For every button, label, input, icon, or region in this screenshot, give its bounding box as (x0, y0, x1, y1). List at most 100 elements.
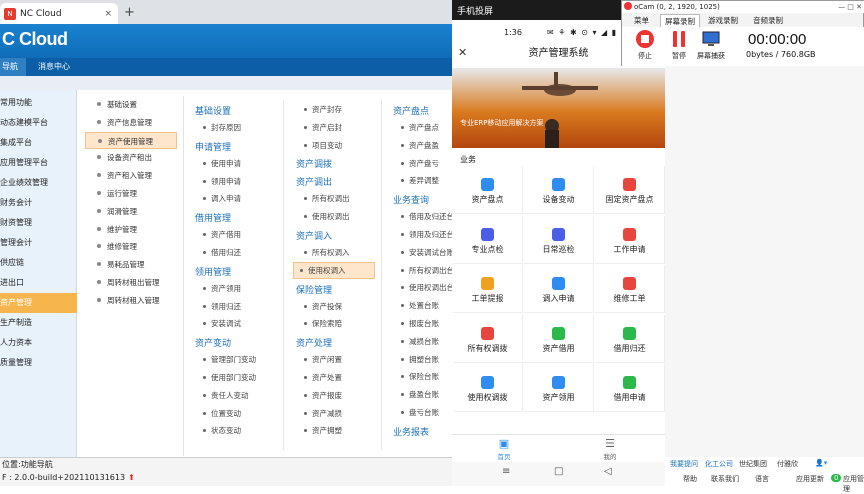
business-tile[interactable]: 专业点检 (453, 215, 523, 264)
tab-menu[interactable]: 菜单 (634, 14, 649, 27)
tab-game-record[interactable]: 游戏录制 (708, 14, 738, 27)
browser-tab[interactable]: N NC Cloud × (0, 3, 118, 24)
left-nav-item[interactable]: 应用管理平台 (0, 153, 77, 173)
function-link[interactable]: 资产盘盈 (401, 140, 439, 151)
left-nav-item[interactable]: 动态建模平台 (0, 113, 77, 133)
function-link[interactable]: 资产领用 (203, 283, 241, 294)
app-update-link[interactable]: 应用更新 (796, 474, 824, 484)
promo-banner[interactable]: 专业ERP移动应用解决方案 (452, 68, 665, 148)
business-tile[interactable]: 使用权调拨 (453, 364, 523, 412)
business-tile[interactable]: 日常巡检 (524, 215, 594, 264)
function-link[interactable]: 调入申请 (203, 193, 241, 204)
business-tile[interactable]: 借用申请 (595, 364, 665, 412)
function-link[interactable]: 资产封存 (304, 104, 342, 115)
function-link[interactable]: 盘亏台账 (401, 407, 439, 418)
category-item[interactable]: 维护管理 (85, 221, 177, 238)
screen-capture-button[interactable]: 屏幕捕获 (696, 29, 726, 61)
function-link[interactable]: 资产盘点 (401, 122, 439, 133)
business-tile[interactable]: 资产借用 (524, 314, 594, 363)
business-tile[interactable]: 资产领用 (524, 364, 594, 412)
upload-icon[interactable]: ⬆ (128, 473, 135, 482)
function-link[interactable]: 资产启封 (304, 122, 342, 133)
left-nav-item[interactable]: 进出口 (0, 273, 77, 293)
language-link[interactable]: 语言 (755, 474, 769, 484)
business-tile[interactable]: 所有权调拨 (453, 314, 523, 363)
function-link[interactable]: 位置变动 (203, 408, 241, 419)
function-link[interactable]: 保险台账 (401, 371, 439, 382)
menu-messages[interactable]: 消息中心 (38, 58, 70, 76)
help-link[interactable]: 帮助 (683, 474, 697, 484)
function-link[interactable]: 资产拥塑 (304, 425, 342, 436)
pause-button[interactable]: 暂停 (664, 29, 694, 61)
function-link[interactable]: 封存原因 (203, 122, 241, 133)
function-link[interactable]: 盘盈台账 (401, 389, 439, 400)
home-nav-icon[interactable]: □ (554, 466, 563, 477)
function-link[interactable]: 领用归还 (203, 301, 241, 312)
left-nav-item[interactable]: 企业绩效管理 (0, 173, 77, 193)
function-link[interactable]: 保险索赔 (304, 318, 342, 329)
business-tile[interactable]: 借用归还 (595, 314, 665, 363)
category-item[interactable]: 基础设置 (85, 96, 177, 113)
category-item[interactable]: 运行管理 (85, 185, 177, 202)
left-nav-item[interactable]: 人力资本 (0, 333, 77, 353)
function-link[interactable]: 所有权调出 (304, 193, 350, 204)
category-item[interactable]: 周转材租入管理 (85, 292, 177, 309)
function-link[interactable]: 报废台账 (401, 318, 439, 329)
business-tile[interactable]: 工单提报 (453, 265, 523, 313)
business-tile[interactable]: 调入申请 (524, 265, 594, 313)
left-nav-item[interactable]: 财务会计 (0, 193, 77, 213)
function-link[interactable]: 使用权调出 (304, 211, 350, 222)
category-item[interactable]: 资产使用管理 (85, 131, 177, 149)
menu-nav[interactable]: 导航 (0, 58, 26, 76)
close-tab-icon[interactable]: × (104, 9, 112, 19)
function-link[interactable]: 状态变动 (203, 425, 241, 436)
function-link[interactable]: 资产处置 (304, 372, 342, 383)
business-tile[interactable]: 资产盘点 (453, 166, 523, 214)
left-nav-item[interactable]: 管理会计 (0, 233, 77, 253)
function-link[interactable]: 资产闲置 (304, 354, 342, 365)
contact-link[interactable]: 联系我们 (711, 474, 739, 484)
tab-audio-record[interactable]: 音频录制 (753, 14, 783, 27)
function-link[interactable]: 使用申请 (203, 158, 241, 169)
function-link[interactable]: 拥塑台账 (401, 354, 439, 365)
tab-home[interactable]: ▣ 首页 (484, 437, 524, 461)
function-link[interactable]: 使用权调出台账 (401, 282, 452, 293)
category-item[interactable]: 设备资产租出 (85, 149, 177, 166)
function-link[interactable]: 使用权调入 (293, 261, 375, 279)
function-link[interactable]: 资产报废 (304, 390, 342, 401)
function-link[interactable]: 领用申请 (203, 176, 241, 187)
function-link[interactable]: 项目变动 (304, 140, 342, 151)
left-nav-item[interactable]: 资产管理 (0, 293, 77, 313)
new-tab-icon[interactable]: + (124, 5, 135, 20)
left-nav-item[interactable]: 集成平台 (0, 133, 77, 153)
function-link[interactable]: 安装调试台账 (401, 247, 452, 258)
company-link[interactable]: 化工公司 (705, 459, 733, 469)
function-link[interactable]: 资产借用 (203, 229, 241, 240)
window-buttons[interactable]: — □ ✕ (838, 1, 862, 13)
category-item[interactable]: 易耗品管理 (85, 256, 177, 273)
business-tile[interactable]: 设备变动 (524, 166, 594, 214)
function-link[interactable]: 安装调试 (203, 318, 241, 329)
function-link[interactable]: 处置台账 (401, 300, 439, 311)
left-nav-item[interactable]: 财资管理 (0, 213, 77, 233)
function-link[interactable]: 责任人变动 (203, 390, 249, 401)
category-item[interactable]: 润滑管理 (85, 203, 177, 220)
function-link[interactable]: 借用及归还台账 (401, 211, 452, 222)
function-link[interactable]: 领用及归还台账 (401, 229, 452, 240)
category-item[interactable]: 资产信息管理 (85, 114, 177, 131)
function-link[interactable]: 差异调整 (401, 175, 439, 186)
function-link[interactable]: 借用归还 (203, 247, 241, 258)
function-link[interactable]: 管理部门变动 (203, 354, 256, 365)
user-icon[interactable]: 👤▾ (815, 459, 827, 467)
ask-question-link[interactable]: 我要提问 (670, 459, 698, 469)
business-tile[interactable]: 工作申请 (595, 215, 665, 264)
tab-mine[interactable]: ☰ 我的 (590, 437, 630, 461)
left-nav-item[interactable]: 生产制造 (0, 313, 77, 333)
function-link[interactable]: 减损台账 (401, 336, 439, 347)
category-item[interactable]: 维修管理 (85, 238, 177, 255)
tab-screen-record[interactable]: 屏幕录制 (660, 14, 700, 27)
menu-icon[interactable]: ≡ (502, 466, 510, 477)
back-icon[interactable]: ◁ (604, 466, 612, 477)
category-item[interactable]: 资产租入管理 (85, 167, 177, 184)
left-nav-item[interactable]: 常用功能 (0, 93, 77, 113)
